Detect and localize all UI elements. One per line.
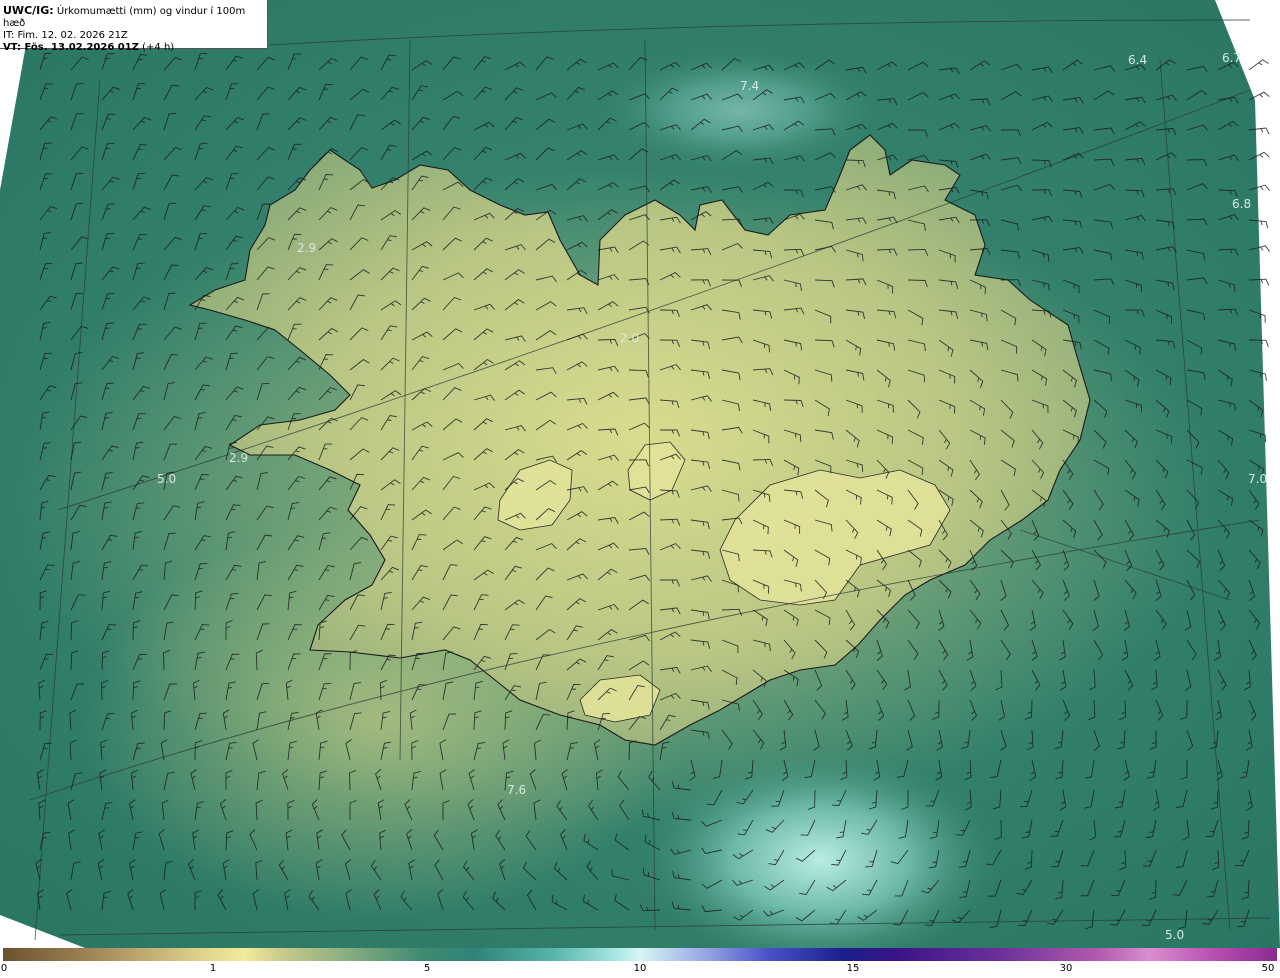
value-label: 7.0: [1248, 472, 1267, 486]
colorbar-tick: 30: [1059, 963, 1073, 974]
lead-time: (+4 h): [142, 42, 175, 53]
value-label: 7.6: [507, 783, 526, 797]
valid-time-line: VT: Fös. 13.02.2026 01Z (+4 h): [3, 42, 267, 54]
title-line: UWC/IG: Úrkomumætti (mm) og vindur í 100…: [3, 5, 267, 30]
colorbar-tick: 50: [1261, 963, 1275, 974]
high-precip-zone-north: [600, 50, 880, 170]
value-label: 2.0: [620, 331, 639, 345]
colorbar-tick: 1: [209, 963, 217, 974]
value-label: 6.8: [1232, 197, 1251, 211]
forecast-map: 6.4 6.7 7.4 6.8 2.9 2.0 7.0 2.9 5.0 7.6 …: [0, 0, 1280, 948]
value-label: 6.7: [1222, 51, 1241, 65]
value-label: 2.9: [297, 241, 316, 255]
colorbar-tick: 15: [846, 963, 860, 974]
valid-time: VT: Fös. 13.02.2026 01Z: [3, 42, 139, 53]
value-label: 7.4: [740, 79, 759, 93]
value-label: 5.0: [1165, 928, 1184, 942]
colorbar-tick: 10: [633, 963, 647, 974]
colorbar-tick: 0: [0, 963, 8, 974]
map-header: UWC/IG: Úrkomumætti (mm) og vindur í 100…: [0, 0, 268, 53]
value-label: 6.4: [1128, 53, 1147, 67]
wind-barb: [1248, 59, 1269, 71]
value-label: 2.9: [229, 451, 248, 465]
value-label: 5.0: [157, 472, 176, 486]
initial-time: IT: Fim. 12. 02. 2026 21Z: [3, 30, 128, 41]
colorbar-tick: 5: [423, 963, 431, 974]
colorbar: 0 1 5 10 15 30 50: [0, 948, 1280, 978]
colorbar-strip: [3, 948, 1277, 961]
product-code: UWC/IG:: [3, 4, 54, 17]
